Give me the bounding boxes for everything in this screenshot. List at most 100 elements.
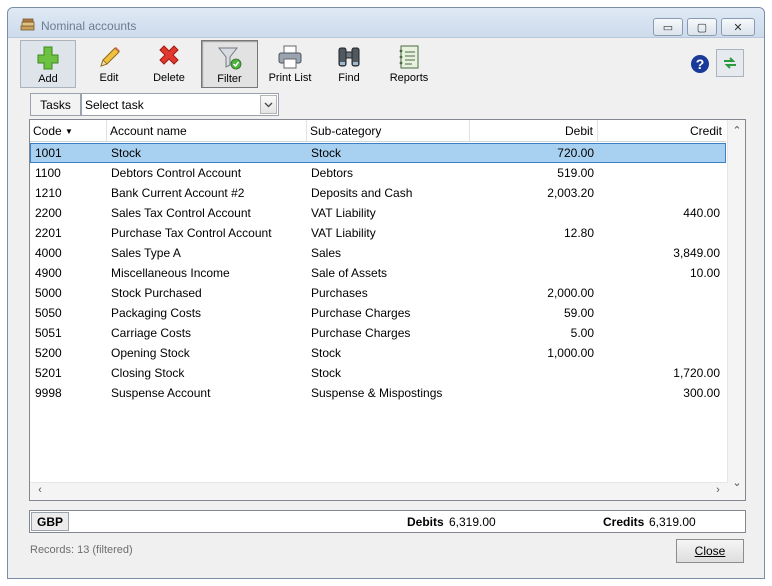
scroll-down-icon[interactable]: ⌄ — [729, 476, 745, 489]
cell-debit — [470, 363, 594, 383]
task-dropdown-button[interactable] — [260, 95, 277, 114]
task-select[interactable]: Select task — [81, 93, 279, 116]
cell-code: 4900 — [35, 266, 62, 280]
refresh-button[interactable] — [716, 49, 744, 77]
cell-debit: 2,000.00 — [547, 286, 594, 300]
currency-button[interactable]: GBP — [31, 512, 69, 531]
report-notebook-icon — [399, 45, 419, 69]
cell-credit — [598, 343, 720, 363]
cell-name: Debtors Control Account — [111, 166, 242, 180]
cell-debit — [470, 203, 594, 223]
cell-name: Opening Stock — [111, 346, 190, 360]
window-title: Nominal accounts — [41, 19, 137, 33]
table-row[interactable]: 1100 Debtors Control Account Debtors 519.00 — [30, 163, 726, 183]
table-row[interactable]: 4000 Sales Type A Sales 3,849.00 — [30, 243, 726, 263]
column-header-account-name[interactable]: Account name — [107, 120, 307, 142]
title-bar[interactable]: Nominal accounts ▭ ▢ ✕ — [8, 8, 764, 38]
cell-credit — [598, 283, 720, 303]
cell-code: 5201 — [35, 366, 62, 380]
cell-credit: 300.00 — [683, 386, 720, 400]
cell-subcategory: Stock — [311, 146, 342, 160]
column-header-sub-category[interactable]: Sub-category — [307, 120, 470, 142]
cell-subcategory: Sales — [311, 246, 342, 260]
task-select-value: Select task — [85, 97, 144, 112]
delete-button[interactable]: Delete — [141, 40, 197, 88]
cell-credit — [598, 223, 720, 243]
cell-code: 1100 — [35, 166, 61, 180]
add-button[interactable]: Add — [20, 40, 76, 88]
cell-subcategory: Purchases — [311, 286, 368, 300]
scroll-left-icon[interactable]: ‹ — [32, 484, 48, 496]
table-row[interactable]: 5051 Carriage Costs Purchase Charges 5.00 — [30, 323, 726, 343]
edit-button[interactable]: Edit — [81, 40, 137, 88]
filter-button[interactable]: Filter — [201, 40, 258, 88]
cell-debit: 12.80 — [563, 226, 594, 240]
column-header-credit[interactable]: Credit — [598, 120, 726, 142]
totals-bar: GBP Debits 6,319.00 Credits 6,319.00 — [29, 510, 746, 533]
cell-name: Closing Stock — [111, 366, 185, 380]
table-row[interactable]: 9998 Suspense Account Suspense & Mispostin… — [30, 383, 726, 403]
scroll-right-icon[interactable]: › — [710, 484, 726, 496]
print-list-label: Print List — [268, 72, 312, 84]
table-row[interactable]: 4900 Miscellaneous Income Sale of Assets 10… — [30, 263, 726, 283]
cell-debit: 59.00 — [563, 306, 594, 320]
close-icon: ✕ — [733, 21, 743, 34]
table-row[interactable]: 2200 Sales Tax Control Account VAT Liabili… — [30, 203, 726, 223]
column-header-code[interactable]: Code ▼ — [30, 120, 107, 142]
cell-credit — [598, 163, 720, 183]
cell-credit — [598, 143, 720, 163]
cell-code: 2201 — [35, 226, 62, 240]
cell-credit: 440.00 — [683, 206, 720, 220]
cell-debit: 720.00 — [557, 146, 594, 160]
cell-code: 1001 — [35, 146, 62, 160]
delete-label: Delete — [153, 72, 185, 84]
cell-subcategory: Deposits and Cash — [311, 186, 413, 200]
table-row[interactable]: 5201 Closing Stock Stock 1,720.00 — [30, 363, 726, 383]
column-header-debit[interactable]: Debit — [470, 120, 598, 142]
vertical-scrollbar[interactable]: ⌃ ⌄ — [727, 120, 745, 500]
cell-code: 5051 — [35, 326, 62, 340]
close-window-button[interactable]: ✕ — [721, 18, 755, 36]
find-button[interactable]: Find — [321, 40, 377, 88]
cell-subcategory: Purchase Charges — [311, 326, 411, 340]
chevron-down-icon — [264, 102, 273, 107]
close-button[interactable]: Close — [676, 539, 744, 563]
cell-debit: 1,000.00 — [547, 346, 594, 360]
table-row[interactable]: 2201 Purchase Tax Control Account VAT Liab… — [30, 223, 726, 243]
horizontal-scrollbar[interactable]: ‹ › — [30, 482, 728, 500]
pencil-icon — [100, 47, 120, 67]
tasks-button[interactable]: Tasks — [30, 93, 81, 116]
print-list-button[interactable]: Print List — [262, 40, 318, 88]
edit-label: Edit — [99, 72, 119, 84]
cell-name: Stock — [111, 146, 142, 160]
cell-code: 9998 — [35, 386, 62, 400]
cell-name: Purchase Tax Control Account — [111, 226, 272, 240]
cell-subcategory: Purchase Charges — [311, 306, 411, 320]
cell-credit — [598, 183, 720, 203]
maximize-button[interactable]: ▢ — [687, 18, 717, 36]
filter-icon — [217, 47, 241, 70]
cell-subcategory: Debtors — [311, 166, 354, 180]
reports-button[interactable]: Reports — [380, 40, 438, 88]
sort-down-icon: ▼ — [65, 127, 73, 136]
books-icon — [20, 18, 35, 31]
cell-subcategory: Stock — [311, 366, 342, 380]
cell-code: 5000 — [35, 286, 62, 300]
cell-code: 5050 — [35, 306, 62, 320]
table-row[interactable]: 1210 Bank Current Account #2 Deposits and … — [30, 183, 726, 203]
table-row[interactable]: 5200 Opening Stock Stock 1,000.00 — [30, 343, 726, 363]
code-header-label: Code — [33, 124, 62, 138]
debits-label: Debits — [407, 515, 444, 529]
table-row[interactable]: 1001 Stock Stock 720.00 — [30, 143, 726, 163]
table-row[interactable]: 5050 Packaging Costs Purchase Charges 59.00 — [30, 303, 726, 323]
help-button[interactable]: ? — [690, 54, 710, 77]
binoculars-icon — [338, 47, 360, 67]
scroll-up-icon[interactable]: ⌃ — [729, 124, 745, 137]
cell-credit — [598, 303, 720, 323]
cell-name: Miscellaneous Income — [111, 266, 230, 280]
cell-debit: 519.00 — [557, 166, 594, 180]
table-row[interactable]: 5000 Stock Purchased Purchases 2,000.00 — [30, 283, 726, 303]
minimize-button[interactable]: ▭ — [653, 18, 683, 36]
cell-code: 2200 — [35, 206, 62, 220]
debits-total: 6,319.00 — [449, 515, 496, 529]
